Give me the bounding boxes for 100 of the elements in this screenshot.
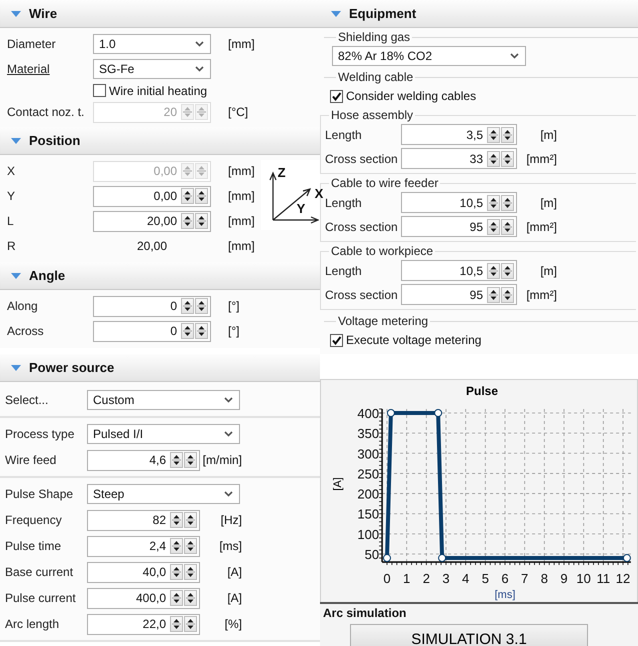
checkbox[interactable] <box>93 84 106 97</box>
number-field[interactable]: 20,00 <box>93 210 211 232</box>
number-field[interactable]: 2,4 <box>87 536 200 556</box>
field-label: Base current <box>5 565 74 579</box>
number-field[interactable]: 10,5 <box>401 260 517 281</box>
unit-label: [°C] <box>228 105 248 119</box>
unit-label: [°] <box>228 324 240 338</box>
unit-label: [m] <box>539 128 557 142</box>
field-label: Wire feed <box>5 453 58 467</box>
data-point <box>383 554 391 562</box>
field-label: Contact noz. t. <box>7 105 86 119</box>
spin-button[interactable] <box>184 452 197 468</box>
checkbox[interactable] <box>330 90 343 102</box>
number-field[interactable]: 0 <box>93 320 211 342</box>
number-field[interactable]: 400,0 <box>87 588 200 608</box>
chevron-down-icon <box>224 397 233 403</box>
spin-button[interactable] <box>184 538 197 554</box>
number-field[interactable]: 10,5 <box>401 192 517 213</box>
dropdown[interactable]: 1.0 <box>93 34 211 54</box>
spin-button[interactable] <box>181 213 194 229</box>
field-label: Across <box>7 324 45 338</box>
spin-button[interactable] <box>195 188 208 204</box>
spin-button[interactable] <box>181 323 194 339</box>
unit-label: [mm] <box>228 37 255 51</box>
spin-button[interactable] <box>487 194 500 210</box>
axis-label: Y <box>296 201 306 216</box>
chevron-down-icon <box>195 41 204 47</box>
spin-button[interactable] <box>181 188 194 204</box>
spin-button[interactable] <box>501 218 514 234</box>
number-field[interactable]: 22,0 <box>87 614 200 634</box>
spin-button[interactable] <box>170 590 183 606</box>
number-field[interactable]: 4,6 <box>87 450 200 470</box>
spin-button[interactable] <box>184 564 197 580</box>
spin-button[interactable] <box>184 590 197 606</box>
dropdown[interactable]: SG-Fe <box>93 59 211 79</box>
field-label: Length <box>325 196 363 210</box>
number-field[interactable]: 82 <box>87 510 200 530</box>
number-field[interactable]: 95 <box>401 284 517 305</box>
tick-label: 7 <box>521 571 528 586</box>
spin-button[interactable] <box>487 286 500 302</box>
spin-button[interactable] <box>487 150 500 166</box>
spin-button[interactable] <box>501 150 514 166</box>
spin-button[interactable] <box>487 218 500 234</box>
tick-label: 4 <box>462 571 470 586</box>
unit-label: [mm] <box>228 164 255 178</box>
chevron-down-icon <box>224 491 233 497</box>
tick-label: 10 <box>576 571 591 586</box>
spin-button[interactable] <box>195 213 208 229</box>
spin-button[interactable] <box>487 262 500 278</box>
section-title: Arc simulation <box>322 605 408 622</box>
label-link[interactable]: Material <box>7 62 93 76</box>
field-label: X <box>7 164 16 178</box>
tick-label: 3 <box>442 571 450 586</box>
tick-label: 250 <box>357 466 380 482</box>
spin-button[interactable] <box>501 126 514 142</box>
number-field[interactable]: 0,00 <box>93 186 211 206</box>
group-label: Cable to wire feeder <box>330 176 440 190</box>
number-field[interactable]: 95 <box>401 216 517 237</box>
spin-button[interactable] <box>170 538 183 554</box>
unit-label: [m] <box>539 264 557 278</box>
checkbox-label[interactable]: Execute voltage metering <box>346 333 482 347</box>
spin-button[interactable] <box>170 616 183 632</box>
spin-button[interactable] <box>501 262 514 278</box>
spin-button[interactable] <box>195 323 208 339</box>
field-label: Cross section <box>325 152 399 166</box>
tick-label: 400 <box>357 406 380 421</box>
spin-button[interactable] <box>195 298 208 314</box>
spin-button[interactable] <box>501 194 514 210</box>
field-label: Arc length <box>5 617 60 631</box>
simulation-button[interactable]: SIMULATION 3.1 <box>350 624 588 646</box>
checkbox-label[interactable]: Consider welding cables <box>346 89 476 103</box>
spin-button[interactable] <box>170 564 183 580</box>
dropdown[interactable]: Custom <box>87 390 240 410</box>
field-label: Pulse Shape <box>5 487 74 501</box>
group-label: Cable to workpiece <box>330 244 434 258</box>
chart-title: Pulse <box>466 384 498 398</box>
checkbox[interactable] <box>330 334 343 346</box>
field-label: Pulse time <box>5 539 62 553</box>
field-label: Y <box>7 189 16 203</box>
spin-button[interactable] <box>170 512 183 528</box>
dropdown[interactable]: Pulsed I/I <box>87 424 240 444</box>
number-field[interactable]: 0 <box>93 296 211 316</box>
spin-button[interactable] <box>184 616 197 632</box>
group-label: Voltage metering <box>337 314 430 328</box>
spin-button[interactable] <box>501 286 514 302</box>
data-point <box>438 554 446 562</box>
number-field[interactable]: 33 <box>401 148 517 169</box>
spin-button[interactable] <box>487 126 500 142</box>
dropdown[interactable]: Steep <box>87 484 240 504</box>
number-field[interactable]: 3,5 <box>401 124 517 145</box>
tick-label: 0 <box>383 571 391 586</box>
axis-title: [A] <box>332 477 344 491</box>
checkbox-label[interactable]: Wire initial heating <box>109 84 208 98</box>
spin-button[interactable] <box>181 298 194 314</box>
dropdown[interactable]: 82% Ar 18% CO2 <box>332 46 526 66</box>
number-field[interactable]: 40,0 <box>87 562 200 582</box>
spin-button[interactable] <box>184 512 197 528</box>
unit-label: [ms] <box>218 539 242 553</box>
chevron-down-icon <box>195 66 204 72</box>
spin-button[interactable] <box>170 452 183 468</box>
